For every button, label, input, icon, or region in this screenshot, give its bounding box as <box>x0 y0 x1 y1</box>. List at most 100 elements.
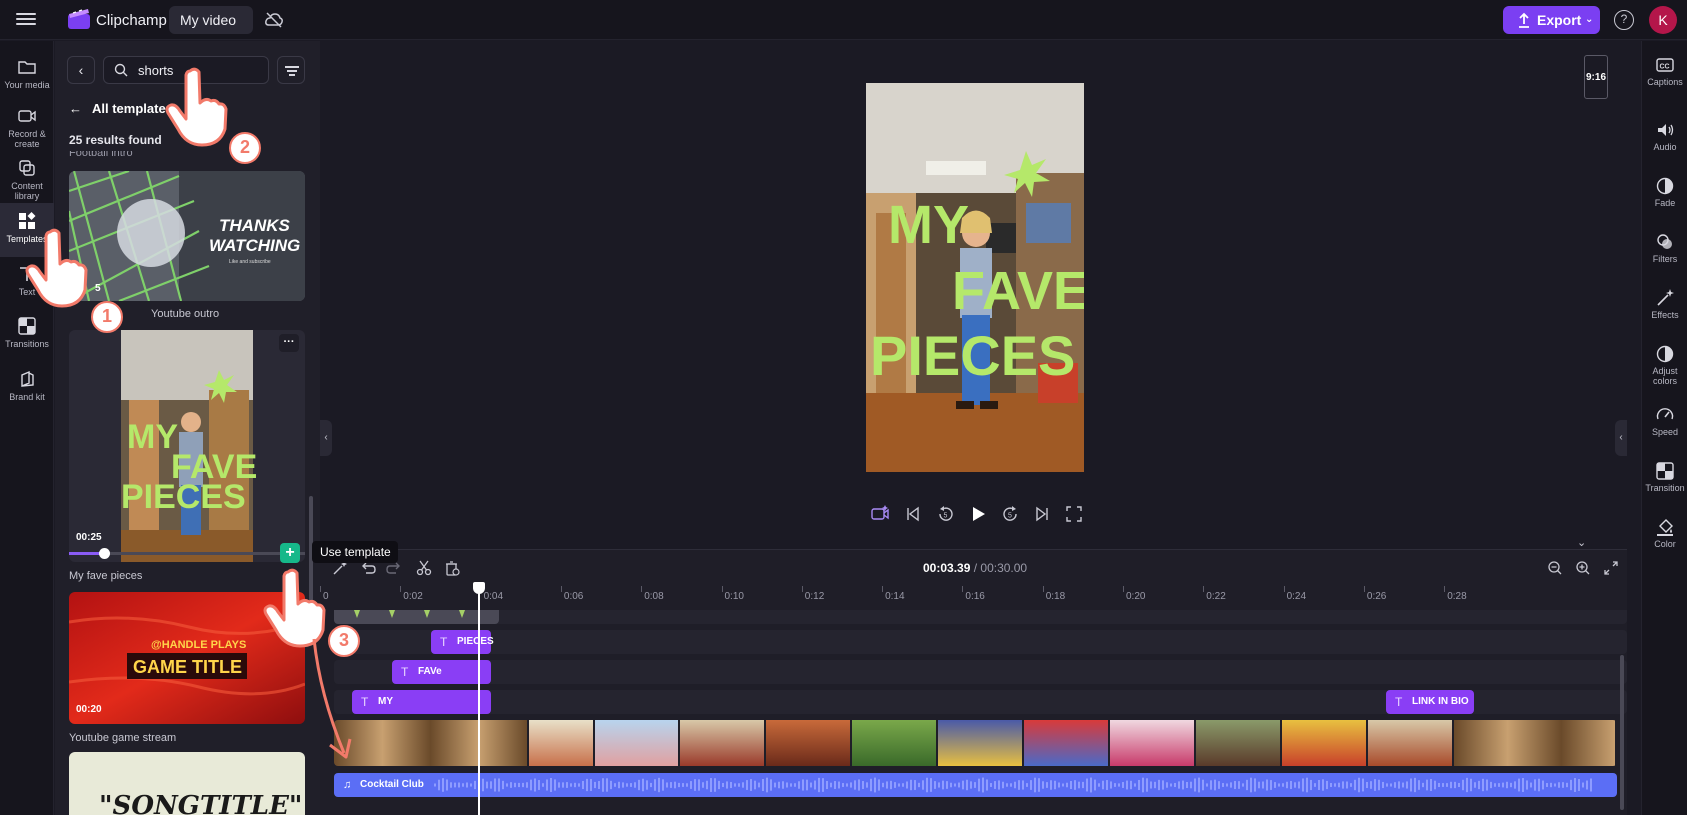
template-card-my-fave-pieces[interactable]: MY FAVE PIECES ··· 00:25 <box>69 330 305 562</box>
waveform-bar <box>1046 782 1048 788</box>
total-time: 00:30.00 <box>980 561 1028 575</box>
template-card-youtube-outro[interactable]: THANKS WATCHING Like and subscribe 5 <box>69 171 305 301</box>
text-clip-fave[interactable]: T FAVe <box>392 660 491 684</box>
rail-effects[interactable]: Effects <box>1642 274 1687 328</box>
delete-icon[interactable] <box>444 560 460 576</box>
rail-transition[interactable]: Transition <box>1642 447 1687 501</box>
collapse-panel-button[interactable]: ‹ <box>320 420 332 456</box>
menu-icon[interactable] <box>16 10 36 30</box>
more-options-button[interactable]: ··· <box>279 334 299 352</box>
waveform-bar <box>814 780 816 790</box>
waveform-bar <box>1506 781 1508 789</box>
waveform-bar <box>434 783 436 787</box>
nav-record-create[interactable]: Record & create <box>0 98 54 152</box>
fit-timeline-icon[interactable] <box>1603 560 1619 576</box>
video-clip[interactable] <box>334 720 529 766</box>
help-icon[interactable]: ? <box>1614 10 1634 30</box>
filter-button[interactable] <box>277 56 305 84</box>
nav-content-library[interactable]: Content library <box>0 150 54 204</box>
rail-audio[interactable]: Audio <box>1642 106 1687 160</box>
ruler-label: 0:18 <box>1045 591 1066 602</box>
waveform-bar <box>982 777 984 793</box>
rail-color[interactable]: Color <box>1642 503 1687 557</box>
forward-5-icon[interactable]: 5 <box>1000 504 1020 524</box>
nav-brand-kit[interactable]: Brand kit <box>0 361 54 415</box>
export-button[interactable]: Export ⌄ <box>1503 6 1600 34</box>
play-icon[interactable] <box>968 504 988 524</box>
template-card-song-title[interactable]: "SONGTITLE" <box>69 752 305 815</box>
skip-back-icon[interactable] <box>903 504 923 524</box>
folder-icon <box>18 61 36 74</box>
waveform-bar <box>914 780 916 790</box>
fullscreen-icon[interactable] <box>1064 504 1084 524</box>
zoom-out-icon[interactable] <box>1547 560 1563 576</box>
ruler-label: 0:12 <box>804 591 825 602</box>
ruler-tick <box>721 586 723 592</box>
nav-your-media[interactable]: Your media <box>0 49 54 103</box>
waveform-bar <box>1010 783 1012 787</box>
video-clip[interactable] <box>1368 720 1454 766</box>
text-clip-link-in-bio[interactable]: T LINK IN BIO <box>1386 690 1474 714</box>
playhead-handle[interactable] <box>473 582 485 594</box>
video-clip[interactable] <box>1454 720 1617 766</box>
audio-clip[interactable]: ♫ Cocktail Club <box>334 773 1617 797</box>
avatar[interactable]: K <box>1649 6 1677 34</box>
waveform-bar <box>454 782 456 788</box>
waveform-bar <box>902 783 904 787</box>
zoom-in-icon[interactable] <box>1575 560 1591 576</box>
waveform-bar <box>550 777 552 793</box>
aspect-ratio-button[interactable]: 9:16 <box>1584 55 1608 99</box>
waveform-bar <box>1186 781 1188 789</box>
chevron-down-icon[interactable]: ⌄ <box>1577 536 1586 549</box>
template-thumbnail: MY FAVE PIECES <box>121 330 257 562</box>
waveform-bar <box>722 782 724 788</box>
text-track: T PIECES <box>334 630 1627 654</box>
waveform-bar <box>574 782 576 788</box>
rail-captions[interactable]: CC Captions <box>1642 41 1687 95</box>
ruler-tick <box>1444 586 1446 592</box>
magic-camera-icon[interactable] <box>870 504 890 524</box>
video-clip[interactable] <box>938 720 1024 766</box>
text-clip[interactable] <box>334 610 499 624</box>
video-clip[interactable] <box>766 720 852 766</box>
video-clip[interactable] <box>852 720 938 766</box>
text-clip-my[interactable]: T MY <box>352 690 491 714</box>
rail-adjust-colors[interactable]: Adjust colors <box>1642 330 1687 386</box>
time-ruler[interactable]: 0 0:02 0:04 0:06 0:08 0:10 0:12 0:14 0:16 0:18 0:2… <box>320 586 1627 606</box>
video-clip[interactable] <box>595 720 680 766</box>
video-track[interactable] <box>334 720 1617 766</box>
video-preview[interactable]: MY FAVE PIECES <box>866 83 1084 472</box>
playhead[interactable] <box>478 584 480 815</box>
rail-filters[interactable]: Filters <box>1642 218 1687 272</box>
skip-forward-icon[interactable] <box>1032 504 1052 524</box>
clip-label: FAVe <box>418 666 442 677</box>
timeline-scrollbar[interactable] <box>1620 655 1624 810</box>
video-clip[interactable] <box>1024 720 1110 766</box>
expand-properties-button[interactable]: ‹ <box>1615 420 1627 456</box>
text-clip-pieces[interactable]: T PIECES <box>431 630 494 654</box>
video-clip[interactable] <box>1110 720 1196 766</box>
project-name-field[interactable]: My video <box>169 6 253 34</box>
rail-speed[interactable]: Speed <box>1642 391 1687 445</box>
video-clip[interactable] <box>680 720 766 766</box>
video-clip[interactable] <box>529 720 595 766</box>
cloud-off-icon[interactable] <box>264 10 284 30</box>
waveform-bar <box>482 778 484 792</box>
back-button[interactable]: ‹ <box>67 56 95 84</box>
preview-progress[interactable] <box>69 548 305 559</box>
video-clip[interactable] <box>1282 720 1368 766</box>
rail-fade[interactable]: Fade <box>1642 162 1687 216</box>
rewind-5-icon[interactable]: 5 <box>936 504 956 524</box>
scissors-icon[interactable] <box>416 560 432 576</box>
waveform-bar <box>1110 781 1112 789</box>
video-clip[interactable] <box>1196 720 1282 766</box>
waveform-bar <box>1290 780 1292 790</box>
nav-transitions[interactable]: Transitions <box>0 308 54 362</box>
all-templates-link[interactable]: ← All templates <box>69 101 173 116</box>
use-template-button[interactable]: + <box>280 543 300 563</box>
waveform-bar <box>1210 780 1212 790</box>
waveform-bar <box>1282 783 1284 787</box>
waveform-bar <box>490 781 492 789</box>
arrow-left-icon: ← <box>69 101 82 116</box>
text-clip-icon: T <box>361 695 369 709</box>
